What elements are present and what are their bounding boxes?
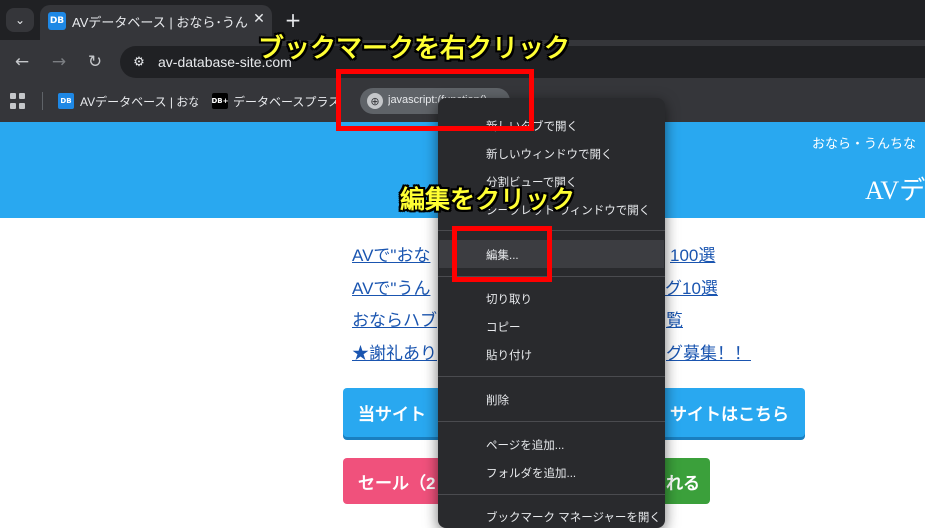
site-tagline: おなら・うんちな — [812, 136, 917, 151]
menu-item-add-page[interactable]: ページを追加... — [486, 437, 564, 453]
green-button-label: れる — [666, 473, 700, 493]
site-logo[interactable]: AVデ — [865, 170, 925, 207]
menu-separator — [438, 376, 665, 377]
bookmarks-divider — [42, 92, 43, 110]
back-arrow-icon[interactable]: ← — [10, 50, 34, 74]
menu-item-open-new-window[interactable]: 新しいウィンドウで開く — [486, 146, 613, 162]
bookmark-item-av-database[interactable]: AVデータベース | おなら… — [80, 93, 198, 110]
article-link-2[interactable]: AVで"うん — [352, 274, 430, 299]
menu-item-bookmark-manager[interactable]: ブックマーク マネージャーを開く — [486, 509, 661, 525]
bookmark-favicon-icon: DB — [58, 93, 74, 109]
article-link-4-end[interactable]: グ募集！！ — [666, 339, 751, 364]
article-link-3[interactable]: おならハブ — [352, 306, 437, 331]
reload-icon[interactable]: ↻ — [83, 50, 107, 74]
menu-item-copy[interactable]: コピー — [486, 319, 521, 335]
article-link-3-end[interactable]: 覧 — [666, 306, 683, 331]
sale-button[interactable]: セール（2 — [343, 458, 443, 504]
article-link-4[interactable]: ★謝礼あり — [352, 339, 437, 364]
article-link-1[interactable]: AVで"おな — [352, 241, 430, 266]
site-link-button-label: 当サイト — [358, 405, 426, 424]
tab-favicon-icon: DB — [48, 12, 66, 30]
tab-close-icon[interactable]: ✕ — [250, 10, 268, 28]
tab-title: AVデータベース | おなら･うんちなど — [72, 15, 248, 30]
forward-arrow-icon[interactable]: → — [47, 50, 71, 74]
menu-item-add-folder[interactable]: フォルダを追加... — [486, 465, 576, 481]
annotation-click-edit: 編集をクリック — [400, 185, 576, 214]
bookmark-item-database-plus[interactable]: データベースプラス | ハ — [233, 93, 341, 110]
menu-separator — [438, 494, 665, 495]
menu-separator — [438, 421, 665, 422]
bookmark-context-menu — [438, 98, 665, 528]
site-link-button-label-end: サイトはこちら — [670, 405, 789, 424]
article-link-2-end[interactable]: グ10選 — [665, 274, 718, 299]
site-info-tune-icon[interactable]: ⚙ — [130, 53, 148, 71]
article-link-1-end[interactable]: 100選 — [670, 241, 715, 266]
annotation-right-click-bookmark: ブックマークを右クリック — [258, 34, 571, 64]
menu-item-delete[interactable]: 削除 — [486, 392, 509, 408]
annotation-highlight-bookmark — [336, 69, 534, 131]
bookmark-favicon-icon: DB+ — [212, 93, 229, 109]
sale-button-label: セール（2 — [358, 473, 436, 493]
annotation-highlight-edit — [452, 226, 552, 282]
tab-search-chevron-down-icon[interactable]: ⌄ — [6, 8, 34, 32]
menu-item-paste[interactable]: 貼り付け — [486, 347, 532, 363]
apps-grid-icon[interactable] — [10, 93, 26, 109]
menu-item-cut[interactable]: 切り取り — [486, 291, 532, 307]
